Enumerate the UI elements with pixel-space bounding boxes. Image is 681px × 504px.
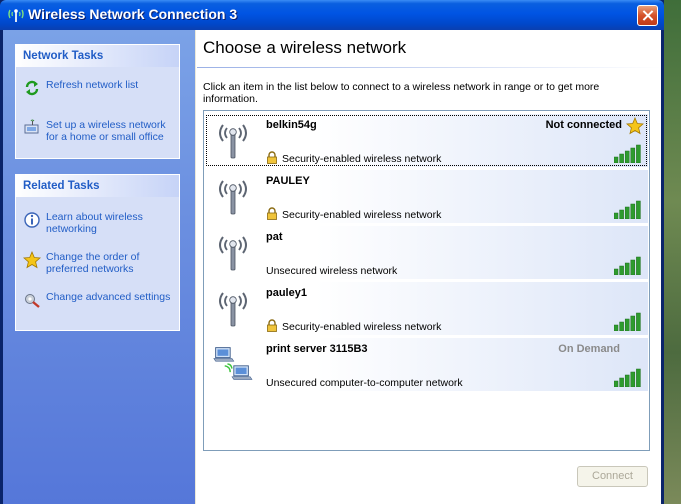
network-row[interactable]: pauley1 Security-enabled wireless network [205,282,648,335]
network-name: PAULEY [266,175,310,187]
security-type: Security-enabled wireless network [282,321,442,333]
title-bar[interactable]: Wireless Network Connection 3 [0,0,664,30]
network-row[interactable]: pat Unsecured wireless network [205,226,648,279]
instructions-text: Click an item in the list below to conne… [203,81,600,105]
setup-network-icon [24,119,39,134]
change-advanced-settings-label: Change advanced settings [46,291,171,303]
close-button[interactable] [637,5,658,26]
connect-button[interactable]: Connect [577,466,648,487]
network-tasks-header: Network Tasks [16,45,179,67]
related-tasks-header: Related Tasks [16,175,179,197]
connection-status: Not connected [545,119,622,131]
related-tasks-panel: Related Tasks Learn about wireless netwo… [15,174,180,331]
wireless-antenna-icon [219,292,247,327]
signal-strength-icon [614,256,641,275]
lock-icon [267,207,277,220]
change-order-preferred-label: Change the order of preferred networks [46,251,140,275]
security-type: Security-enabled wireless network [282,153,442,165]
wireless-antenna-icon [219,180,247,215]
wireless-antenna-icon [219,124,247,159]
signal-strength-icon [614,368,641,387]
connection-status: On Demand [558,343,620,355]
heading-divider [197,67,661,68]
computer-to-computer-icon [213,347,253,380]
network-row[interactable]: belkin54g Not connected Security-enabled w… [205,114,648,167]
refresh-network-list-label: Refresh network list [46,79,139,91]
refresh-icon [25,80,39,96]
network-row[interactable]: print server 3115B3 On Demand Unsecured co… [205,338,648,391]
task-pane: Network Tasks Refresh network list Set u… [3,30,195,504]
window-title: Wireless Network Connection 3 [28,6,238,22]
signal-strength-icon [614,312,641,331]
page-title: Choose a wireless network [203,38,407,57]
network-name: print server 3115B3 [266,343,368,355]
network-row[interactable]: PAULEY Security-enabled wireless network [205,170,648,223]
signal-strength-icon [614,144,641,163]
network-name: pat [266,231,283,243]
wireless-antenna-icon [219,236,247,271]
lock-icon [267,319,277,332]
security-type: Unsecured computer-to-computer network [266,377,463,389]
desktop-background [664,0,681,504]
star-icon [23,251,41,269]
preferred-star-icon [626,117,644,135]
lock-icon [267,151,277,164]
wireless-antenna-icon [8,9,24,22]
setup-wireless-network-label: Set up a wireless network for a home or … [46,119,166,143]
signal-strength-icon [614,200,641,219]
learn-about-wireless-label: Learn about wireless networking [46,211,143,235]
network-name: belkin54g [266,119,317,131]
network-tasks-panel: Network Tasks Refresh network list Set u… [15,44,180,159]
security-type: Security-enabled wireless network [282,209,442,221]
settings-icon [25,294,40,308]
security-type: Unsecured wireless network [266,265,398,277]
network-name: pauley1 [266,287,307,299]
info-icon [24,212,40,228]
network-list[interactable]: belkin54g Not connected Security-enabled w… [203,110,650,451]
